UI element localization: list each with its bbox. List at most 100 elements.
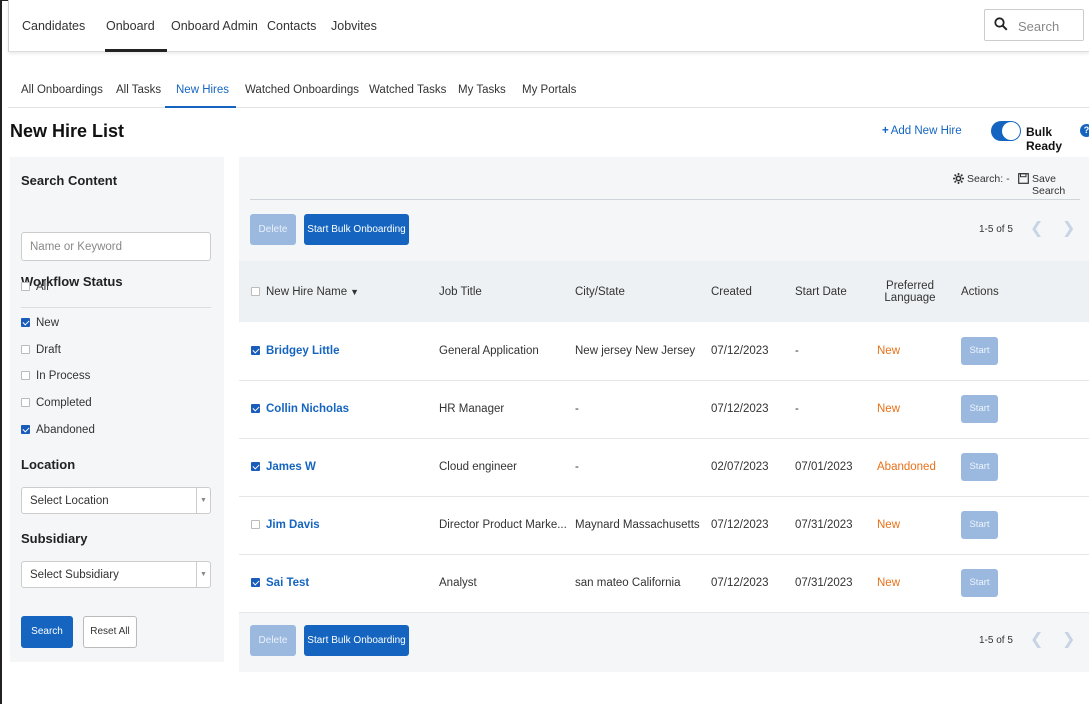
nav-onboard-admin[interactable]: Onboard Admin xyxy=(171,19,258,33)
new-hire-name-link[interactable]: Collin Nicholas xyxy=(266,403,349,415)
keyword-input[interactable]: Name or Keyword xyxy=(21,232,211,261)
checkbox[interactable] xyxy=(21,282,30,291)
cell-status: New xyxy=(877,322,959,381)
filter-divider xyxy=(21,307,211,308)
bulk-ready-toggle[interactable] xyxy=(991,121,1021,141)
cell-city-state: New jersey New Jersey xyxy=(575,322,711,381)
cell-actions: Start xyxy=(959,496,1089,555)
tab-my-portals[interactable]: My Portals xyxy=(522,84,576,96)
checkbox[interactable] xyxy=(21,398,30,407)
tab-watched-tasks[interactable]: Watched Tasks xyxy=(369,84,446,96)
row-checkbox[interactable] xyxy=(251,462,260,471)
saved-search-status[interactable]: Search: - xyxy=(967,173,1010,185)
checkbox[interactable] xyxy=(21,371,30,380)
row-checkbox[interactable] xyxy=(251,578,260,587)
nav-onboard[interactable]: Onboard xyxy=(106,19,155,33)
gear-icon xyxy=(953,173,964,184)
row-checkbox[interactable] xyxy=(251,404,260,413)
row-checkbox[interactable] xyxy=(251,520,260,529)
nav-contacts[interactable]: Contacts xyxy=(267,19,316,33)
status-label: Draft xyxy=(36,344,61,356)
location-select-value: Select Location xyxy=(30,495,109,507)
column-job-title: Job Title xyxy=(439,261,575,322)
new-hire-table: New Hire Name ▼ Job Title City/State Crea… xyxy=(239,261,1089,613)
tab-my-tasks[interactable]: My Tasks xyxy=(458,84,506,96)
delete-button[interactable]: Delete xyxy=(250,214,296,245)
column-city-state: City/State xyxy=(575,261,711,322)
cell-name: James W xyxy=(239,438,439,497)
start-button[interactable]: Start xyxy=(961,511,998,539)
table-row: James W Cloud engineer -02/07/2023 07/01/20… xyxy=(239,438,1089,497)
tab-new-hires[interactable]: New Hires xyxy=(176,84,229,96)
add-new-hire-button[interactable]: + Add New Hire xyxy=(882,125,962,137)
add-new-hire-label: Add New Hire xyxy=(890,125,962,137)
chevron-left-icon[interactable]: ❮ xyxy=(1030,629,1043,649)
chevron-down-icon: ▼ xyxy=(196,488,210,513)
column-preferred-language: Preferred Language xyxy=(877,261,959,322)
row-checkbox[interactable] xyxy=(251,345,260,355)
table-row: Sai Test Analyst san mateo California 07/12… xyxy=(239,554,1089,613)
status-draft[interactable]: Draft xyxy=(21,344,61,356)
tab-all-tasks[interactable]: All Tasks xyxy=(116,84,161,96)
status-badge: Abandoned xyxy=(877,461,936,473)
status-in-process[interactable]: In Process xyxy=(21,370,90,382)
tab-active-indicator xyxy=(165,106,236,108)
status-label: All xyxy=(36,281,49,293)
cell-start-date: - xyxy=(795,380,877,439)
cell-city-state: Maynard Massachusetts xyxy=(575,496,711,555)
column-start-date: Start Date xyxy=(795,261,877,322)
checkbox[interactable] xyxy=(21,345,30,354)
tab-all-onboardings[interactable]: All Onboardings xyxy=(21,84,103,96)
help-icon[interactable]: ? xyxy=(1080,124,1089,137)
location-select[interactable]: Select Location ▼ xyxy=(21,487,211,514)
nav-jobvites[interactable]: Jobvites xyxy=(331,19,377,33)
chevron-left-icon[interactable]: ❮ xyxy=(1030,218,1043,238)
table-row: Jim Davis Director Product Marke... Maynar… xyxy=(239,496,1089,555)
subsidiary-select[interactable]: Select Subsidiary ▼ xyxy=(21,561,211,588)
new-hire-name-link[interactable]: James W xyxy=(266,461,316,473)
start-bulk-onboarding-button[interactable]: Start Bulk Onboarding xyxy=(304,214,409,245)
nav-candidates[interactable]: Candidates xyxy=(22,19,85,33)
cell-job-title: HR Manager xyxy=(439,380,575,439)
cell-created: 07/12/2023 xyxy=(711,496,795,555)
cell-city-state: - xyxy=(575,380,711,439)
cell-start-date: 07/31/2023 xyxy=(795,496,877,555)
search-content-heading: Search Content xyxy=(21,173,118,188)
cell-status: New xyxy=(877,380,959,439)
select-all-checkbox[interactable] xyxy=(251,286,260,296)
filter-search-button[interactable]: Search xyxy=(21,616,73,648)
tab-watched-onboardings[interactable]: Watched Onboardings xyxy=(245,84,359,96)
save-search-button[interactable]: Save Search xyxy=(1032,173,1089,197)
status-all[interactable]: All xyxy=(21,281,49,293)
chevron-right-icon[interactable]: ❯ xyxy=(1062,629,1075,649)
start-button[interactable]: Start xyxy=(961,395,998,423)
cell-status: Abandoned xyxy=(877,438,959,497)
status-abandoned[interactable]: Abandoned xyxy=(21,424,95,436)
checkbox-checked[interactable] xyxy=(21,318,30,327)
subsidiary-select-value: Select Subsidiary xyxy=(30,569,119,581)
status-completed[interactable]: Completed xyxy=(21,397,92,409)
column-new-hire-name[interactable]: New Hire Name ▼ xyxy=(239,261,439,322)
status-new[interactable]: New xyxy=(21,317,59,329)
table-row: Bridgey Little General Application New jer… xyxy=(239,322,1089,381)
cell-job-title: Director Product Marke... xyxy=(439,496,575,555)
checkbox-checked[interactable] xyxy=(21,425,30,434)
delete-button-bottom[interactable]: Delete xyxy=(250,625,296,656)
global-search-input[interactable]: Search xyxy=(984,9,1084,41)
start-bulk-onboarding-button-bottom[interactable]: Start Bulk Onboarding xyxy=(304,625,409,656)
subsidiary-heading: Subsidiary xyxy=(21,531,88,546)
chevron-right-icon[interactable]: ❯ xyxy=(1062,218,1075,238)
cell-status: New xyxy=(877,496,959,555)
start-button[interactable]: Start xyxy=(961,336,998,365)
new-hire-name-link[interactable]: Jim Davis xyxy=(266,519,320,531)
start-button[interactable]: Start xyxy=(961,453,998,481)
start-button[interactable]: Start xyxy=(961,569,998,597)
new-hire-name-link[interactable]: Sai Test xyxy=(266,577,309,589)
reset-all-button[interactable]: Reset All xyxy=(83,616,137,648)
table-header-row: New Hire Name ▼ Job Title City/State Crea… xyxy=(239,261,1089,322)
new-hire-name-link[interactable]: Bridgey Little xyxy=(266,345,339,357)
status-label: Completed xyxy=(36,397,92,409)
save-icon xyxy=(1018,173,1029,184)
top-nav: Candidates Onboard Onboard Admin Contact… xyxy=(8,0,1089,52)
cell-actions: Start xyxy=(959,438,1089,497)
